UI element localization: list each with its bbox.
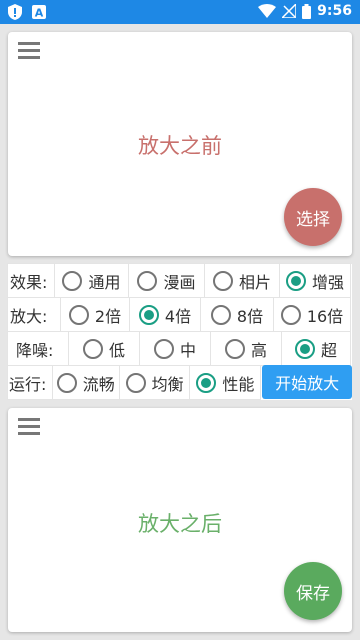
radio-selected-icon [294, 338, 315, 359]
radio-icon [62, 270, 83, 291]
status-bar: A 9:56 [0, 0, 360, 24]
denoise-row: 降噪: 低 中 高 超 [7, 331, 352, 366]
radio-icon [56, 372, 77, 393]
radio-icon [82, 338, 103, 359]
svg-text:A: A [35, 7, 44, 20]
denoise-option-super[interactable]: 超 [281, 331, 351, 366]
radio-icon [137, 270, 158, 291]
radio-icon [153, 338, 174, 359]
select-button[interactable]: 选择 [284, 188, 342, 246]
signal-off-icon [282, 4, 297, 18]
effect-label: 效果: [7, 263, 55, 298]
radio-icon [210, 304, 231, 325]
run-option-smooth[interactable]: 流畅 [51, 365, 120, 400]
radio-icon [68, 304, 89, 325]
radio-icon [212, 270, 233, 291]
denoise-option-low[interactable]: 低 [68, 331, 140, 366]
status-time: 9:56 [317, 3, 352, 19]
font-a-icon: A [32, 5, 46, 19]
radio-selected-icon [138, 304, 159, 325]
scale-row: 放大: 2倍 4倍 8倍 16倍 [7, 297, 352, 332]
denoise-label: 降噪: [7, 331, 69, 366]
effect-row: 效果: 通用 漫画 相片 增强 [7, 263, 352, 298]
radio-icon [224, 338, 245, 359]
radio-selected-icon [285, 270, 306, 291]
wifi-icon [258, 4, 277, 18]
run-option-performance[interactable]: 性能 [189, 365, 262, 400]
run-row: 运行: 流畅 均衡 性能 开始放大 [7, 365, 353, 400]
effect-option-photo[interactable]: 相片 [204, 263, 280, 298]
scale-option-8x[interactable]: 8倍 [200, 297, 274, 332]
after-image-card[interactable]: 放大之后 保存 [8, 408, 352, 632]
menu-icon[interactable] [18, 418, 40, 436]
effect-option-general[interactable]: 通用 [54, 263, 129, 298]
effect-option-comic[interactable]: 漫画 [128, 263, 205, 298]
radio-icon [125, 372, 146, 393]
radio-icon [280, 304, 301, 325]
after-placeholder-text: 放大之后 [138, 512, 222, 536]
run-option-balanced[interactable]: 均衡 [118, 365, 191, 400]
menu-icon[interactable] [18, 42, 40, 60]
denoise-option-medium[interactable]: 中 [139, 331, 211, 366]
save-button[interactable]: 保存 [284, 562, 342, 620]
before-image-card[interactable]: 放大之前 选择 [8, 32, 352, 256]
denoise-option-high[interactable]: 高 [210, 331, 282, 366]
scale-option-2x[interactable]: 2倍 [60, 297, 130, 332]
before-placeholder-text: 放大之前 [138, 134, 222, 158]
shield-alert-icon [8, 4, 22, 20]
battery-icon [302, 3, 312, 19]
scale-label: 放大: [7, 297, 61, 332]
run-label: 运行: [7, 365, 53, 400]
effect-option-enhance[interactable]: 增强 [279, 263, 351, 298]
scale-option-16x[interactable]: 16倍 [273, 297, 351, 332]
radio-selected-icon [196, 372, 217, 393]
options-panel: 效果: 通用 漫画 相片 增强 放大: 2倍 4倍 8倍 16倍 降噪: 低 中… [7, 263, 353, 400]
start-upscale-button[interactable]: 开始放大 [262, 365, 353, 399]
scale-option-4x[interactable]: 4倍 [129, 297, 201, 332]
